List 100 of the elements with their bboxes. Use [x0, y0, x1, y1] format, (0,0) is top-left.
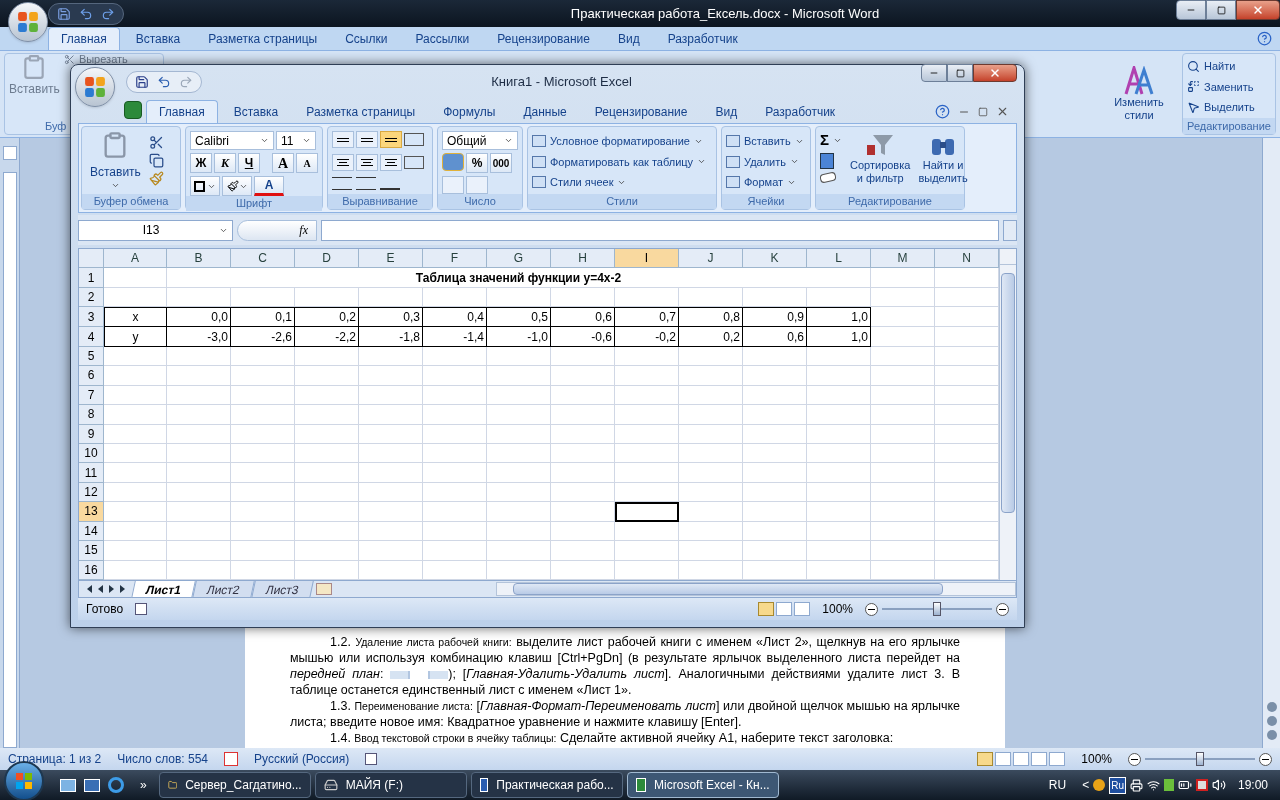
table-cell[interactable]: [423, 405, 487, 425]
change-styles-button[interactable]: Изменить стили: [1100, 66, 1178, 122]
ribbon-menu-button[interactable]: Заменить: [1187, 78, 1271, 95]
table-cell[interactable]: [871, 307, 935, 328]
maximize-button[interactable]: [947, 64, 973, 82]
table-cell[interactable]: [807, 346, 871, 367]
table-cell[interactable]: [231, 560, 295, 580]
table-cell[interactable]: [487, 560, 551, 580]
repeat-icon[interactable]: [101, 6, 115, 21]
table-cell[interactable]: [807, 463, 871, 483]
table-cell[interactable]: [295, 521, 359, 542]
help-icon[interactable]: [935, 104, 950, 119]
table-cell[interactable]: [743, 443, 807, 464]
table-cell[interactable]: [359, 405, 423, 425]
page-count[interactable]: Страница: 1 из 2: [8, 750, 102, 768]
table-cell[interactable]: [231, 385, 295, 406]
table-cell[interactable]: [615, 287, 679, 308]
ribbon-menu-button[interactable]: Условное форматирование: [532, 133, 707, 150]
table-cell[interactable]: [104, 560, 167, 580]
ribbon-tab[interactable]: Вставка: [221, 100, 291, 123]
table-cell[interactable]: [551, 366, 615, 386]
save-icon[interactable]: [135, 75, 149, 89]
table-cell[interactable]: [423, 560, 487, 580]
table-cell[interactable]: [423, 502, 487, 522]
table-cell[interactable]: [167, 482, 231, 503]
table-cell[interactable]: [359, 385, 423, 406]
table-cell[interactable]: [423, 521, 487, 542]
language-status[interactable]: Русский (Россия): [254, 750, 350, 768]
table-cell[interactable]: [487, 366, 551, 386]
scissors-icon[interactable]: [148, 135, 164, 150]
column-header[interactable]: B: [167, 249, 231, 269]
table-cell[interactable]: [871, 327, 935, 347]
table-cell[interactable]: [167, 405, 231, 425]
ribbon-tab[interactable]: Разметка страницы: [196, 27, 330, 50]
table-cell[interactable]: [871, 424, 935, 444]
vertical-scrollbar[interactable]: [1262, 138, 1280, 748]
ribbon-menu-button[interactable]: Выделить: [1187, 99, 1271, 116]
table-cell[interactable]: [743, 424, 807, 444]
printer-icon[interactable]: [1129, 778, 1143, 792]
draft-icon[interactable]: [1049, 752, 1066, 766]
table-cell[interactable]: [487, 346, 551, 367]
language-badge[interactable]: Ru: [1109, 776, 1126, 794]
table-cell[interactable]: [615, 560, 679, 580]
close-button[interactable]: [1236, 0, 1280, 20]
table-cell[interactable]: [295, 366, 359, 386]
table-cell[interactable]: [551, 560, 615, 580]
table-cell[interactable]: [359, 443, 423, 464]
table-cell[interactable]: [359, 541, 423, 561]
percent-button[interactable]: %: [466, 153, 488, 173]
ribbon-tab[interactable]: Разметка страницы: [294, 100, 428, 123]
table-cell[interactable]: [295, 502, 359, 522]
network-error-icon[interactable]: [1195, 779, 1208, 791]
row-header[interactable]: 8: [79, 405, 104, 425]
print-layout-icon[interactable]: [977, 752, 994, 766]
ribbon-menu-button[interactable]: Форматировать как таблицу: [532, 153, 707, 170]
battery-icon[interactable]: [1177, 778, 1192, 792]
ribbon-tab[interactable]: Ссылки: [333, 27, 400, 50]
table-cell[interactable]: [104, 268, 167, 288]
table-cell[interactable]: [487, 424, 551, 444]
row-header[interactable]: 15: [79, 541, 104, 561]
column-header[interactable]: H: [551, 249, 615, 269]
bold-button[interactable]: Ж: [190, 153, 212, 173]
table-cell[interactable]: [295, 424, 359, 444]
table-cell[interactable]: [167, 560, 231, 580]
table-cell[interactable]: [295, 463, 359, 483]
language-indicator[interactable]: RU: [1048, 776, 1067, 794]
table-cell[interactable]: [615, 346, 679, 367]
table-cell[interactable]: [359, 346, 423, 367]
zoom-slider[interactable]: [1145, 752, 1255, 766]
column-header[interactable]: A: [104, 249, 167, 269]
taskbar-button[interactable]: Сервер_Сагдатино...: [158, 772, 311, 798]
table-cell[interactable]: [679, 521, 743, 542]
new-sheet-icon[interactable]: [315, 583, 332, 595]
column-header[interactable]: E: [359, 249, 423, 269]
ribbon-tab[interactable]: Рецензирование: [582, 100, 700, 123]
table-cell[interactable]: [295, 405, 359, 425]
table-cell[interactable]: [104, 366, 167, 386]
table-cell[interactable]: [104, 482, 167, 503]
macro-record-icon[interactable]: [365, 753, 378, 765]
table-cell[interactable]: [104, 287, 167, 308]
table-cell[interactable]: [615, 521, 679, 542]
select-all-corner[interactable]: [79, 249, 104, 269]
table-cell[interactable]: [871, 541, 935, 561]
table-cell[interactable]: [871, 560, 935, 580]
table-cell[interactable]: [807, 482, 871, 503]
table-cell[interactable]: [487, 287, 551, 308]
table-cell[interactable]: [807, 521, 871, 542]
ribbon-tab[interactable]: Рассылки: [403, 27, 482, 50]
table-cell[interactable]: [679, 443, 743, 464]
table-cell[interactable]: [679, 482, 743, 503]
autosum-button[interactable]: Σ: [820, 131, 842, 149]
table-cell[interactable]: [551, 346, 615, 367]
table-cell[interactable]: [551, 424, 615, 444]
table-cell[interactable]: [743, 405, 807, 425]
ribbon-menu-button[interactable]: Удалить: [726, 153, 804, 170]
column-header[interactable]: N: [935, 249, 999, 269]
table-cell[interactable]: [743, 560, 807, 580]
column-header[interactable]: J: [679, 249, 743, 269]
table-cell[interactable]: [167, 385, 231, 406]
table-cell[interactable]: [104, 385, 167, 406]
